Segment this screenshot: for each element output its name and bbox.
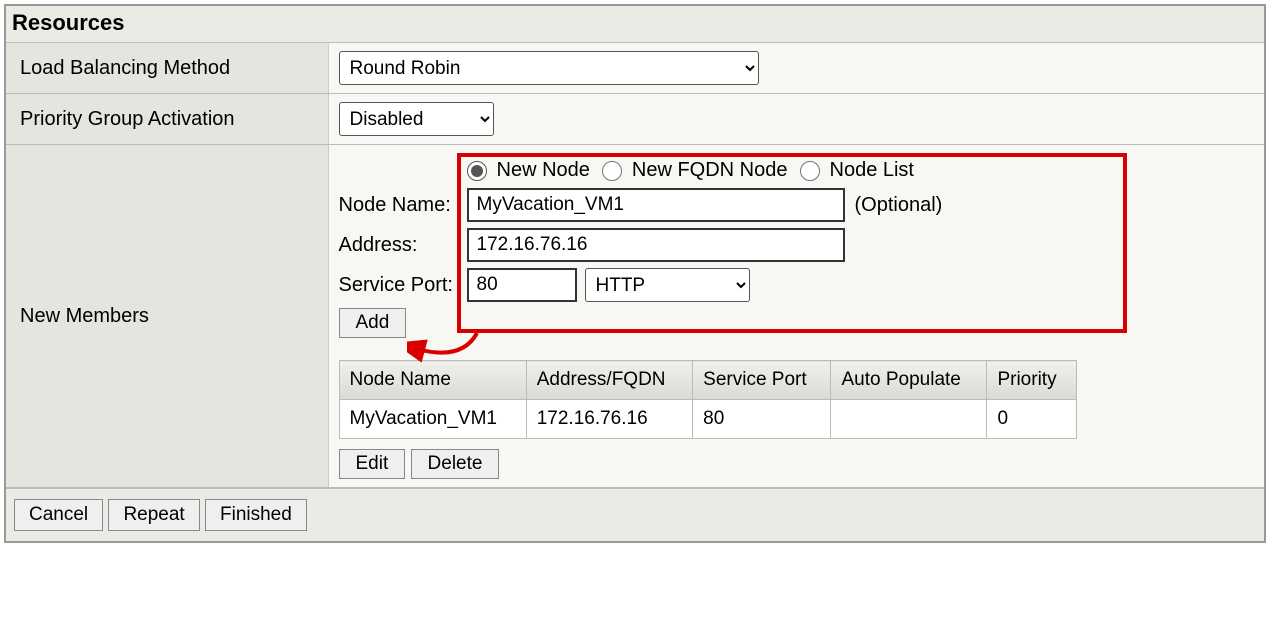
node-name-optional: (Optional) (855, 194, 943, 217)
radio-node-list[interactable] (800, 161, 820, 181)
finished-button[interactable]: Finished (205, 499, 307, 531)
form-table: Load Balancing Method Round Robin Priori… (6, 42, 1264, 488)
radio-new-node[interactable] (467, 161, 487, 181)
col-address: Address/FQDN (526, 361, 692, 400)
cell-node-name: MyVacation_VM1 (339, 400, 526, 439)
node-name-label: Node Name: (339, 194, 467, 217)
add-button[interactable]: Add (339, 308, 407, 338)
panel-title: Resources (6, 6, 1264, 42)
radio-new-node-label: New Node (497, 159, 590, 182)
service-port-proto-select[interactable]: HTTP (585, 268, 750, 302)
pga-label: Priority Group Activation (6, 94, 328, 145)
col-node-name: Node Name (339, 361, 526, 400)
lb-method-select[interactable]: Round Robin (339, 51, 759, 85)
new-members-form: New Node New FQDN Node Node List Node Na… (339, 153, 1255, 479)
footer-actions: Cancel Repeat Finished (6, 488, 1264, 541)
repeat-button[interactable]: Repeat (108, 499, 199, 531)
members-table: Node Name Address/FQDN Service Port Auto… (339, 360, 1077, 439)
col-service-port: Service Port (693, 361, 831, 400)
col-priority: Priority (987, 361, 1076, 400)
service-port-label: Service Port: (339, 274, 467, 297)
new-members-label: New Members (6, 145, 328, 488)
pga-select[interactable]: Disabled (339, 102, 494, 136)
col-auto-populate: Auto Populate (831, 361, 987, 400)
cell-auto-populate (831, 400, 987, 439)
radio-new-fqdn-node[interactable] (602, 161, 622, 181)
radio-node-list-label: Node List (830, 159, 915, 182)
cell-service-port: 80 (693, 400, 831, 439)
service-port-input[interactable] (467, 268, 577, 302)
table-row[interactable]: MyVacation_VM1 172.16.76.16 80 0 (339, 400, 1076, 439)
node-name-input[interactable] (467, 188, 845, 222)
lb-method-label: Load Balancing Method (6, 43, 328, 94)
radio-new-fqdn-label: New FQDN Node (632, 159, 788, 182)
edit-button[interactable]: Edit (339, 449, 406, 479)
node-type-radio-group: New Node New FQDN Node Node List (467, 153, 1255, 182)
address-label: Address: (339, 234, 467, 257)
resources-panel: Resources Load Balancing Method Round Ro… (4, 4, 1266, 543)
delete-button[interactable]: Delete (411, 449, 500, 479)
cell-address: 172.16.76.16 (526, 400, 692, 439)
cell-priority: 0 (987, 400, 1076, 439)
address-input[interactable] (467, 228, 845, 262)
cancel-button[interactable]: Cancel (14, 499, 103, 531)
